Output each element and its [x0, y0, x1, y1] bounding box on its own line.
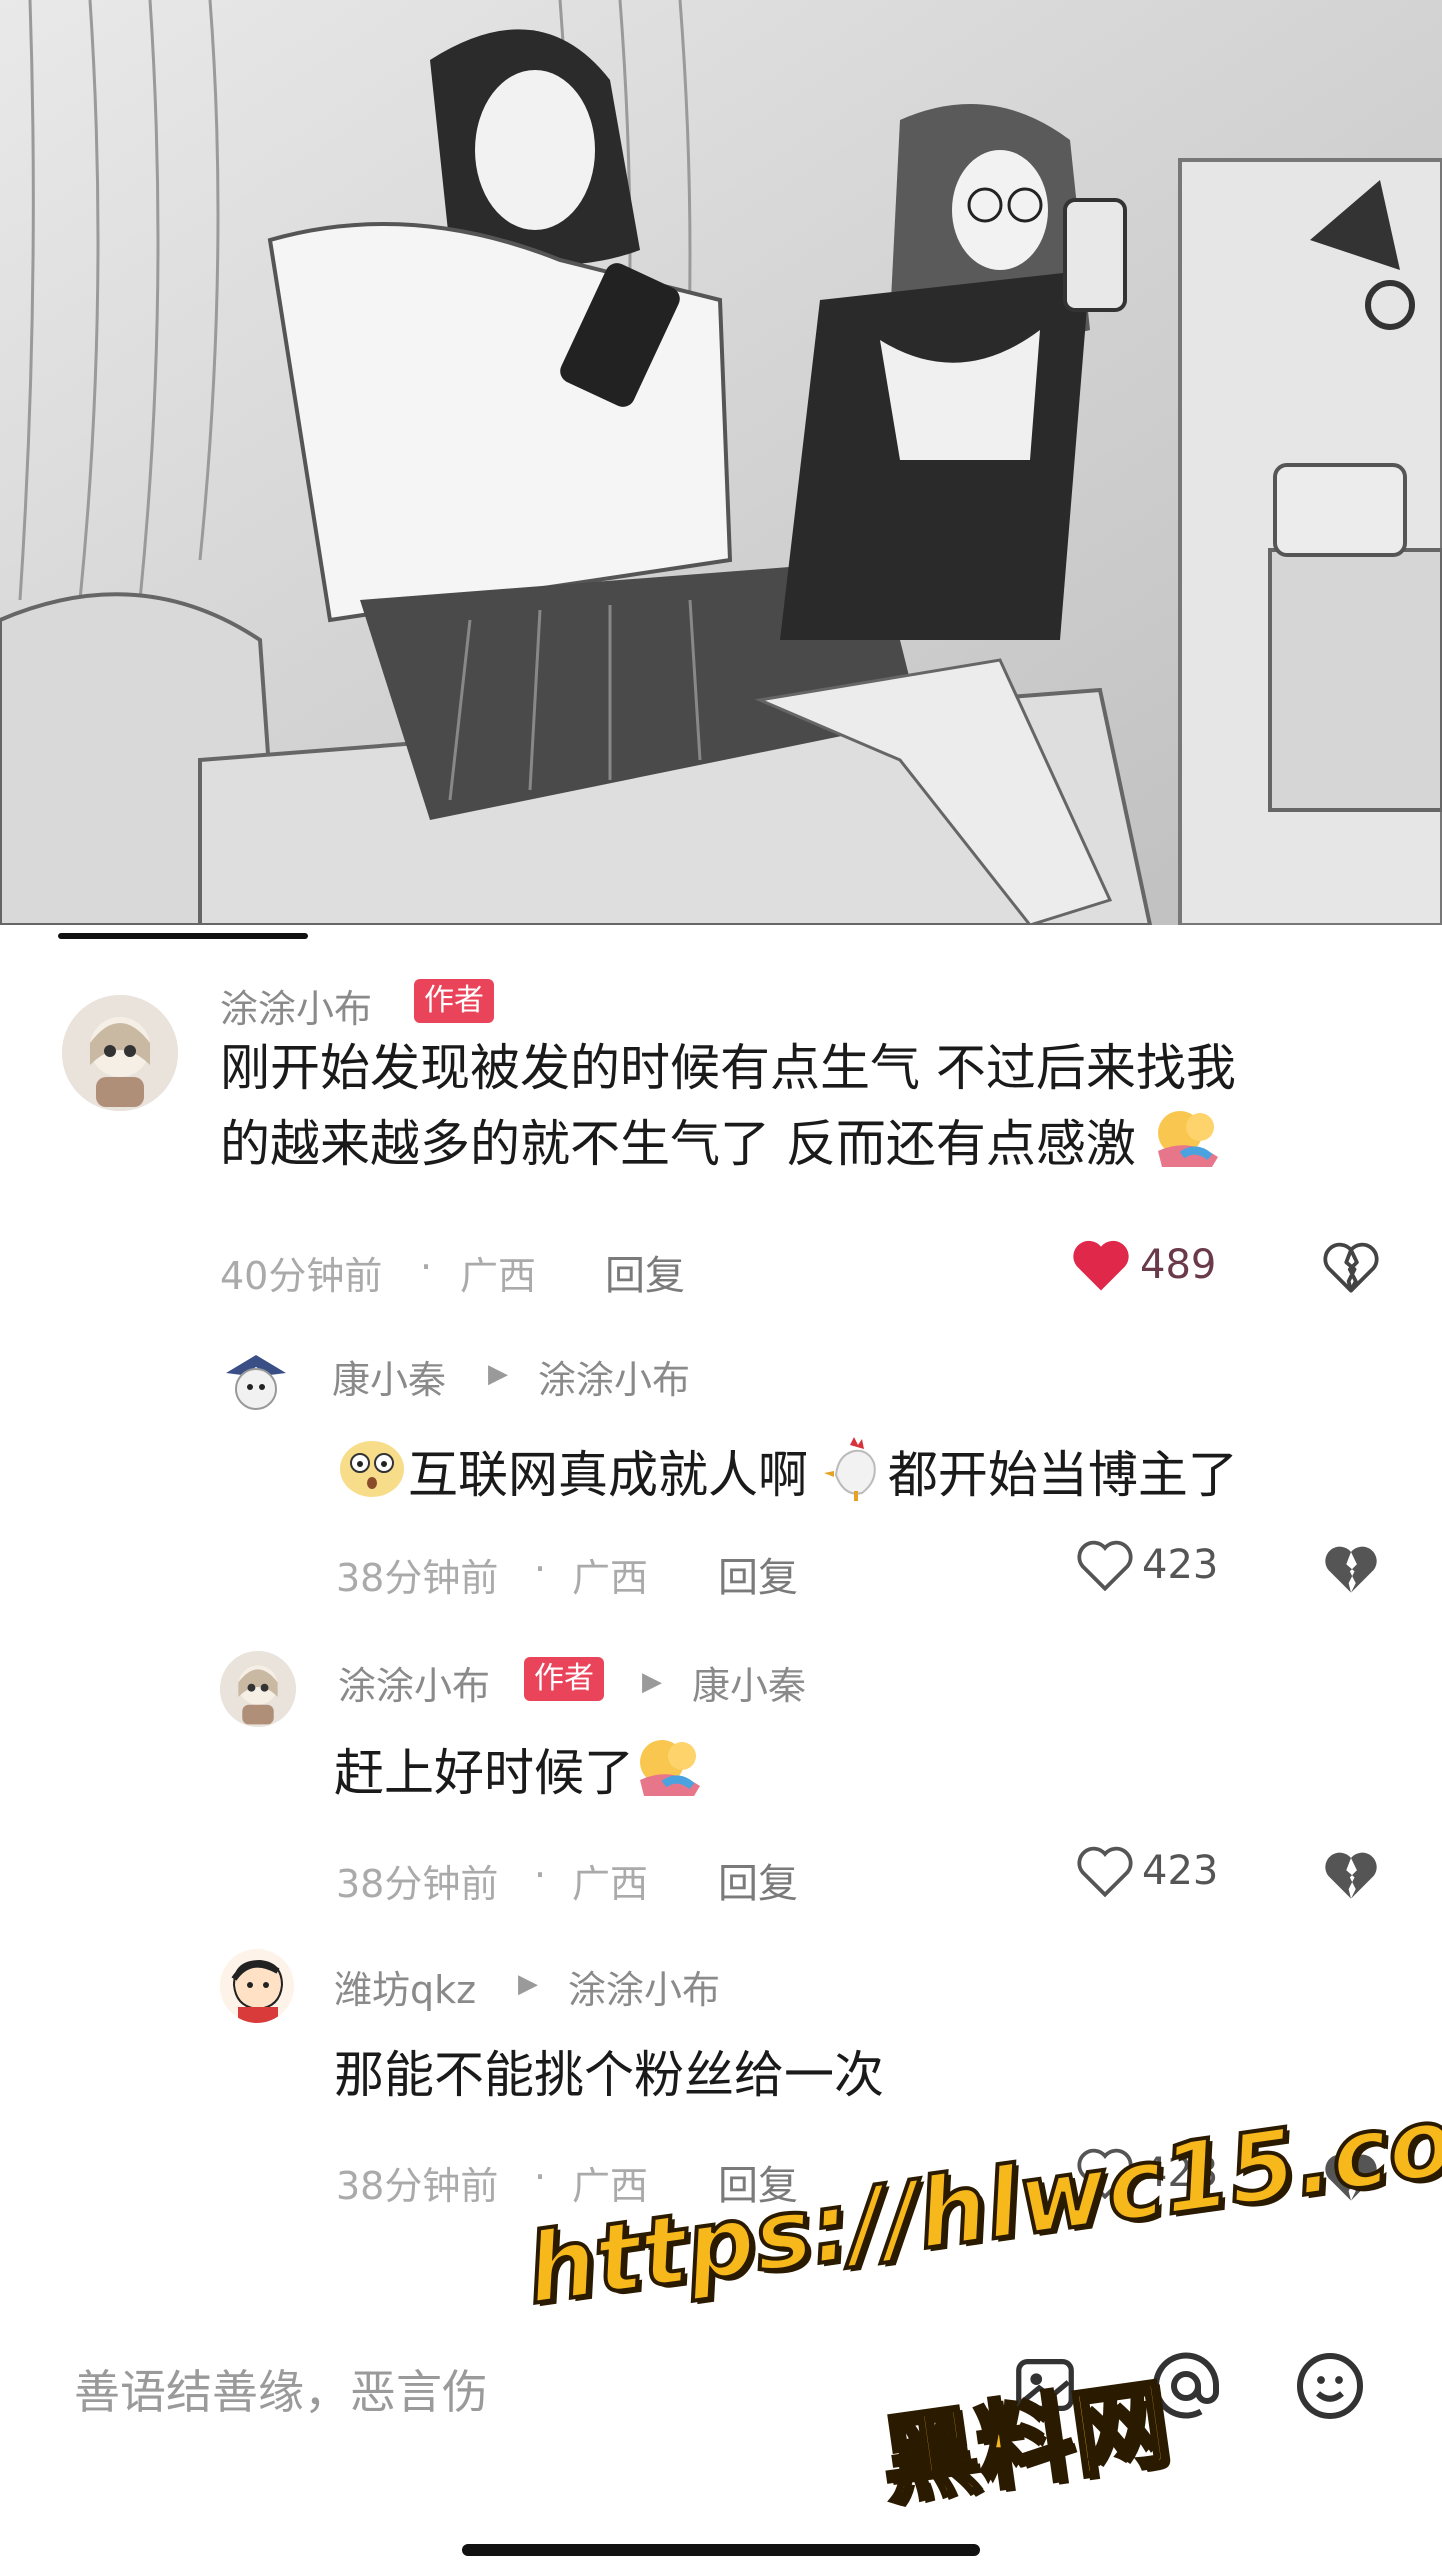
heart-icon — [1073, 1240, 1129, 1291]
comment-location: 广西 — [572, 1556, 649, 1600]
like-count: 423 — [1142, 1848, 1219, 1894]
author-badge: 作者 — [414, 979, 494, 1023]
reply-to-author[interactable]: 康小秦 — [692, 1655, 806, 1710]
comment-input-bar[interactable]: 善语结善缘，恶言伤 — [0, 2330, 1442, 2440]
post-image[interactable] — [0, 0, 1442, 925]
comment-time: 40分钟前 — [220, 1254, 383, 1298]
like-count: 423 — [1142, 1542, 1219, 1588]
like-count: 423 — [1142, 2150, 1219, 2196]
comment-text-part: 赶上好时候了 — [334, 1744, 634, 1802]
comment-location: 广西 — [572, 2164, 649, 2208]
comment-text: 互联网真成就人啊 都开始当博主了 — [336, 1435, 1238, 1522]
hug-emoji-icon — [1152, 1107, 1224, 1188]
broken-heart-icon — [1325, 2154, 1377, 2201]
reply-button[interactable]: 回复 — [718, 1851, 798, 1909]
author-badge: 作者 — [524, 1657, 604, 1701]
comment-text: 那能不能挑个粉丝给一次 — [334, 2037, 884, 2113]
broken-heart-icon — [1323, 1242, 1379, 1293]
comment-input-placeholder[interactable]: 善语结善缘，恶言伤 — [74, 2356, 488, 2422]
at-icon[interactable] — [1150, 2350, 1222, 2426]
image-progress-indicator — [58, 933, 308, 939]
location-dot: · — [534, 1547, 547, 1591]
like-button[interactable]: 489 — [1070, 1237, 1216, 1293]
comment-time: 38分钟前 — [336, 1556, 499, 1600]
comment-text-line: 刚开始发现被发的时候有点生气 不过后来找我 — [220, 1039, 1236, 1097]
comment-time: 38分钟前 — [336, 2164, 499, 2208]
emoji-icon[interactable] — [1294, 2350, 1366, 2426]
like-button[interactable]: 423 — [1076, 2147, 1218, 2199]
comment-text-part: 互联网真成就人啊 — [408, 1446, 808, 1504]
comment-location: 广西 — [460, 1254, 537, 1298]
avatar[interactable] — [220, 1345, 292, 1417]
comment-author[interactable]: 潍坊qkz — [334, 1959, 476, 2014]
avatar[interactable] — [220, 1949, 294, 2023]
reply-arrow-icon: ▶ — [488, 1359, 508, 1389]
dislike-button[interactable] — [1322, 1543, 1380, 1599]
comment-text-part: 都开始当博主了 — [887, 1446, 1238, 1504]
comment-text-part: 那能不能挑个粉丝给一次 — [334, 2046, 884, 2104]
comment-text: 刚开始发现被发的时候有点生气 不过后来找我 的越来越多的就不生气了 反而还有点感… — [220, 1030, 1236, 1188]
broken-heart-icon — [1325, 1852, 1377, 1899]
heart-icon — [1077, 2148, 1133, 2199]
broken-heart-icon — [1325, 1546, 1377, 1593]
like-button[interactable]: 423 — [1076, 1845, 1218, 1897]
reply-button[interactable]: 回复 — [605, 1243, 685, 1301]
dislike-button[interactable] — [1322, 2151, 1380, 2207]
reply-to-author[interactable]: 涂涂小布 — [568, 1959, 720, 2014]
comment-time: 38分钟前 — [336, 1862, 499, 1906]
avatar[interactable] — [62, 995, 178, 1111]
home-indicator[interactable] — [462, 2544, 980, 2556]
comment-text: 赶上好时候了 — [334, 1735, 706, 1817]
location-dot: · — [420, 1245, 433, 1289]
reply-button[interactable]: 回复 — [718, 1545, 798, 1603]
comment-text-line: 的越来越多的就不生气了 反而还有点感激 — [220, 1115, 1136, 1173]
reply-arrow-icon: ▶ — [518, 1969, 538, 1999]
comment-author[interactable]: 涂涂小布 — [220, 978, 372, 1033]
avatar[interactable] — [220, 1651, 296, 1727]
comment-text-line: 的越来越多的就不生气了 反而还有点感激 — [220, 1106, 1236, 1188]
comment-author[interactable]: 涂涂小布 — [338, 1655, 490, 1710]
reply-to-author[interactable]: 涂涂小布 — [538, 1349, 690, 1404]
like-count: 489 — [1140, 1242, 1217, 1288]
rooster-emoji-icon — [823, 1435, 888, 1522]
comment-location: 广西 — [572, 1862, 649, 1906]
dislike-button[interactable] — [1322, 1849, 1380, 1905]
image-icon[interactable] — [1010, 2350, 1080, 2424]
location-dot: · — [534, 2155, 547, 2199]
reply-arrow-icon: ▶ — [642, 1667, 662, 1697]
like-button[interactable]: 423 — [1076, 1539, 1218, 1591]
location-dot: · — [534, 1853, 547, 1897]
comment-author[interactable]: 康小秦 — [332, 1349, 446, 1404]
reply-button[interactable]: 回复 — [718, 2153, 798, 2211]
hug-emoji-icon — [634, 1736, 706, 1817]
heart-icon — [1077, 1846, 1133, 1897]
heart-icon — [1077, 1540, 1133, 1591]
dislike-button[interactable] — [1322, 1241, 1380, 1297]
surprised-emoji-icon — [336, 1435, 408, 1522]
